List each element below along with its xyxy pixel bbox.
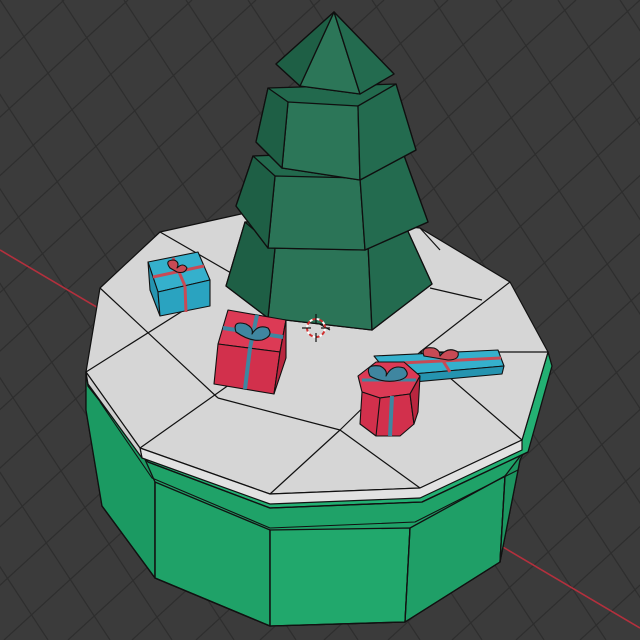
blue-gift-back-left[interactable]	[147, 251, 211, 317]
red-gift-center[interactable]	[213, 309, 287, 395]
christmas-tree[interactable]	[225, 11, 433, 331]
red-gift-octagonal[interactable]	[357, 361, 421, 437]
scene-canvas[interactable]	[0, 0, 640, 640]
3d-viewport[interactable]	[0, 0, 640, 640]
